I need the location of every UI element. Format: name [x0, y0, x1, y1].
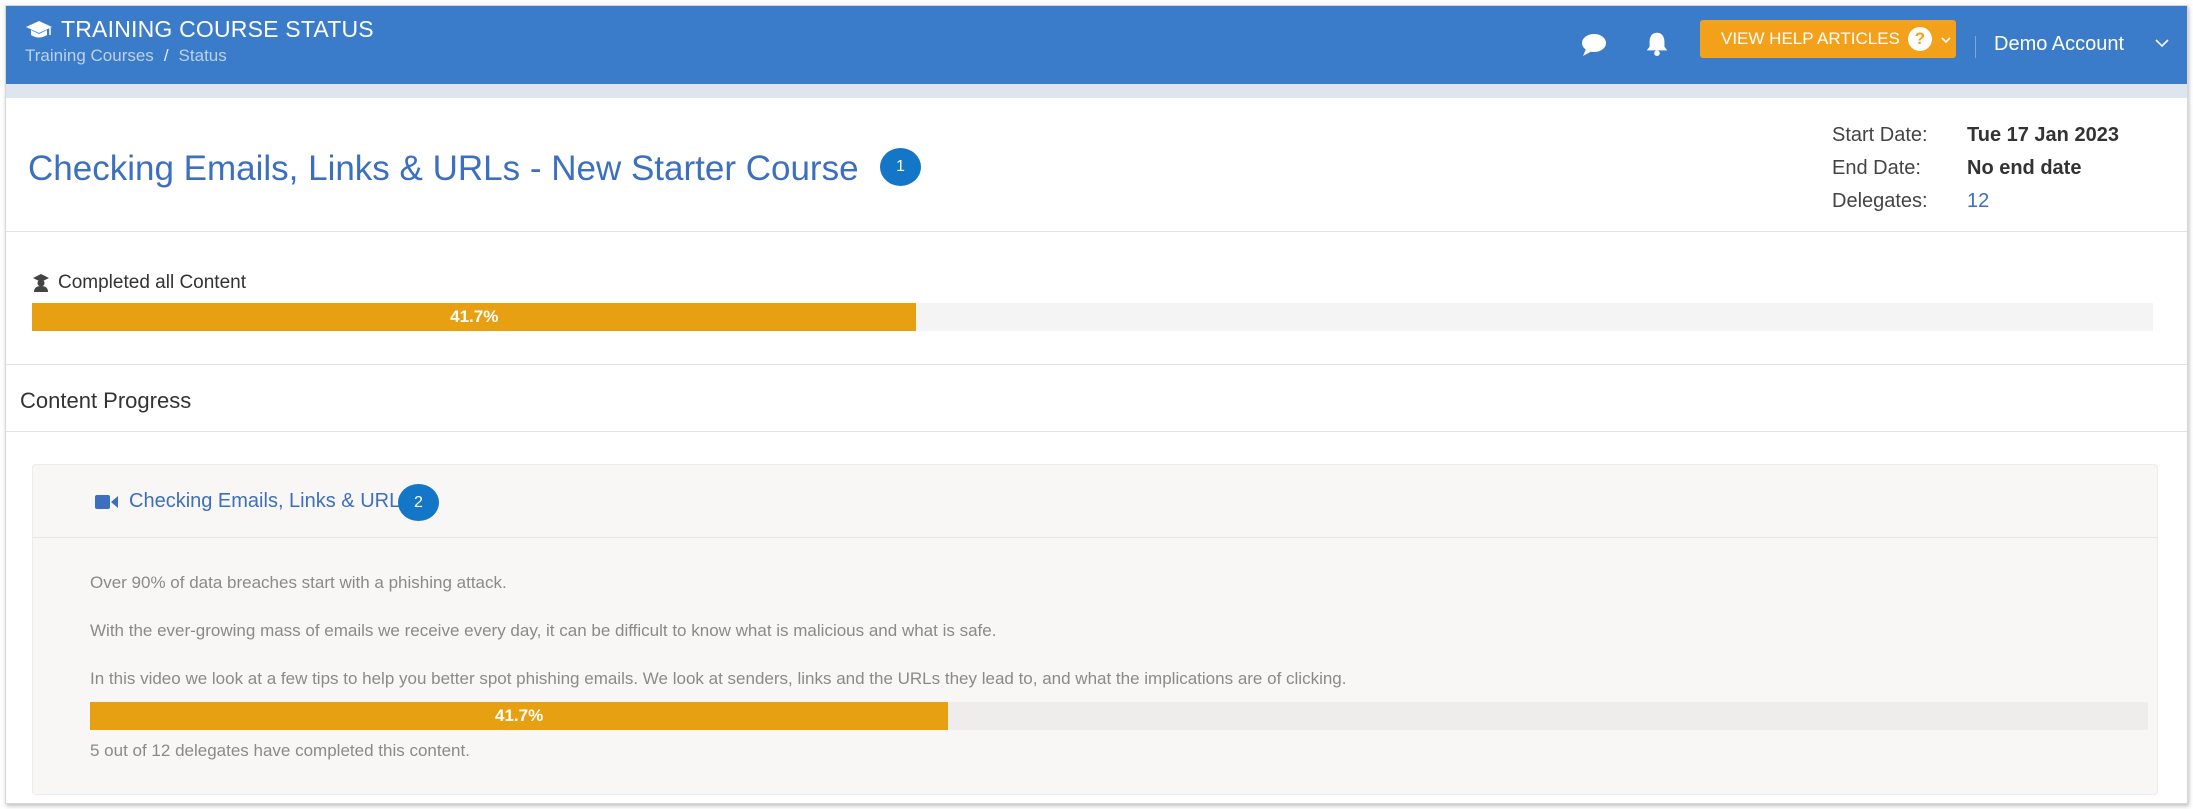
meta-start-date: Start Date: Tue 17 Jan 2023	[1832, 124, 2119, 157]
meta-label: Start Date:	[1832, 124, 1928, 146]
content-progress-title: Content Progress	[20, 388, 192, 413]
brand: TRAINING COURSE STATUS	[25, 16, 374, 43]
divider	[6, 231, 2187, 232]
header-sub-bar	[6, 84, 2187, 98]
breadcrumb-status: Status	[178, 46, 227, 65]
content-card: Checking Emails, Links & URLs 2 Over 90%…	[32, 464, 2158, 795]
completed-all-content-label: Completed all Content	[32, 272, 246, 294]
content-paragraph: In this video we look at a few tips to h…	[90, 669, 1347, 688]
graduation-cap-icon	[26, 20, 52, 37]
content-progress-fill: 41.7%	[90, 702, 949, 730]
meta-label: Delegates:	[1832, 190, 1928, 212]
completed-progress-label: 41.7%	[450, 307, 499, 326]
breadcrumb-training-courses[interactable]: Training Courses	[25, 46, 154, 65]
video-camera-icon	[95, 494, 118, 509]
meta-end-date: End Date: No end date	[1832, 157, 2119, 190]
completed-progress-bar: 41.7%	[32, 303, 2153, 331]
content-item-title[interactable]: Checking Emails, Links & URLs	[95, 490, 410, 513]
meta-value: No end date	[1967, 157, 2082, 179]
course-meta: Start Date: Tue 17 Jan 2023 End Date: No…	[1832, 124, 2119, 223]
meta-delegates: Delegates: 12	[1832, 190, 2119, 223]
help-button-label: VIEW HELP ARTICLES	[1721, 29, 1900, 48]
content-card-header: Checking Emails, Links & URLs 2	[33, 465, 2157, 538]
divider	[6, 431, 2187, 432]
breadcrumb: Training Courses / Status	[25, 46, 227, 66]
completed-label-text: Completed all Content	[58, 272, 246, 293]
content-progress-bar: 41.7%	[90, 702, 2148, 730]
course-title: Checking Emails, Links & URLs - New Star…	[28, 149, 859, 188]
meta-value: Tue 17 Jan 2023	[1967, 124, 2119, 146]
content-paragraph: With the ever-growing mass of emails we …	[90, 621, 997, 640]
breadcrumb-separator: /	[163, 46, 169, 65]
view-help-articles-button[interactable]: VIEW HELP ARTICLES ?	[1700, 20, 1956, 58]
meta-label: End Date:	[1832, 157, 1921, 179]
bell-icon[interactable]	[1643, 30, 1671, 56]
question-icon: ?	[1907, 27, 1932, 51]
page-header-title: TRAINING COURSE STATUS	[61, 16, 374, 42]
course-badge: 1	[880, 148, 921, 186]
content-completion-summary: 5 out of 12 delegates have completed thi…	[90, 741, 470, 760]
divider	[6, 364, 2187, 365]
content-item-title-text: Checking Emails, Links & URLs	[129, 490, 411, 512]
content-paragraph: Over 90% of data breaches start with a p…	[90, 573, 507, 592]
completed-progress-fill: 41.7%	[32, 303, 917, 331]
account-chevron-down-icon[interactable]	[2154, 36, 2170, 50]
chat-icon[interactable]	[1580, 32, 1608, 58]
top-bar: TRAINING COURSE STATUS Training Courses /…	[6, 6, 2187, 84]
content-item-badge: 2	[398, 484, 439, 521]
chevron-down-icon	[1941, 32, 1951, 47]
app-window: TRAINING COURSE STATUS Training Courses /…	[5, 5, 2188, 804]
content-progress-label: 41.7%	[494, 706, 544, 725]
header-divider	[1975, 36, 1976, 58]
account-menu[interactable]: Demo Account	[1994, 33, 2124, 56]
graduate-icon	[33, 274, 49, 292]
delegates-link[interactable]: 12	[1967, 190, 1989, 223]
